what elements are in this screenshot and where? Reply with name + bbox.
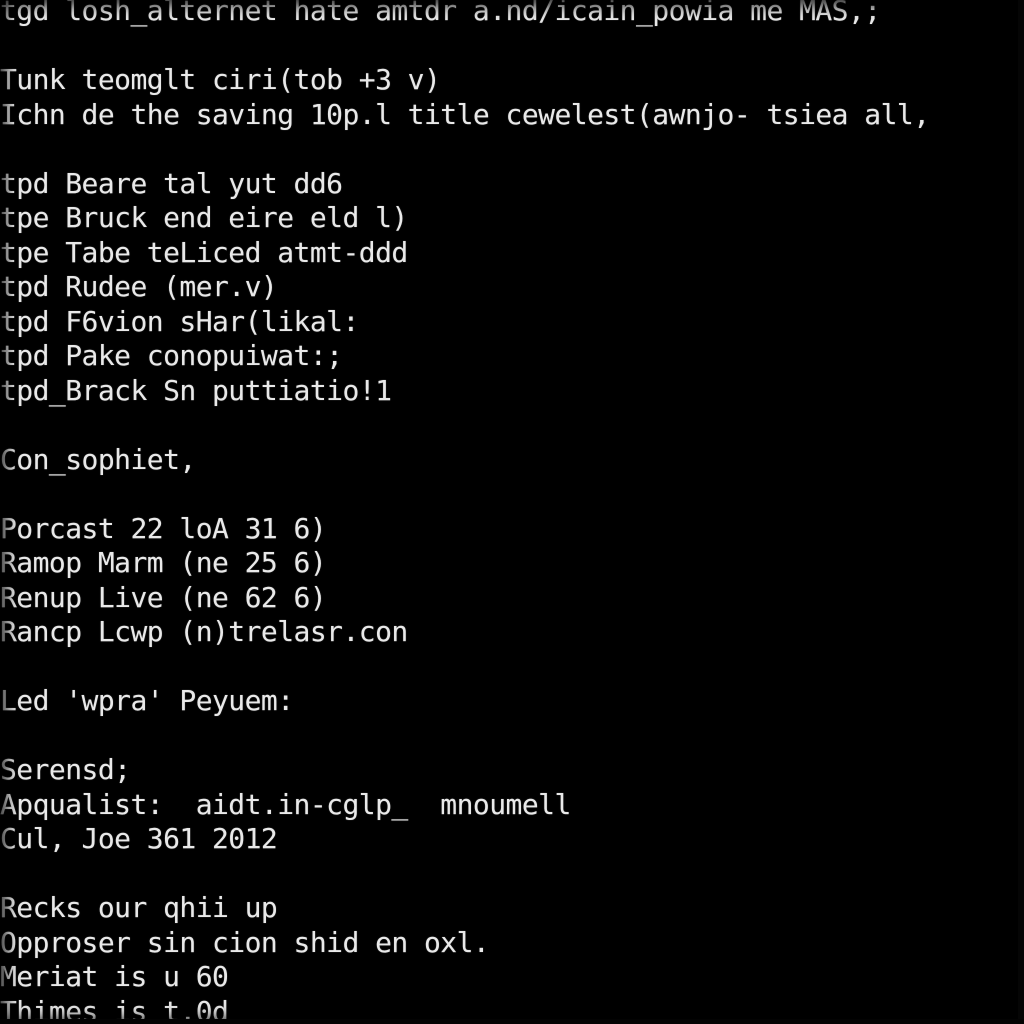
terminal-line: Ramop Marm (ne 25 6)	[0, 546, 327, 579]
terminal-line: Serensd;	[0, 753, 131, 786]
screen-edge-bottom	[0, 1019, 1024, 1024]
terminal-line: Meriat is u 60	[0, 960, 229, 993]
terminal-line: tpd Rudee (mer.v)	[0, 270, 278, 303]
screen-edge-right	[1018, 0, 1024, 1024]
terminal-line: tpd_Brack Sn puttiatio!1	[0, 373, 392, 407]
terminal-line: Cul, Joe 361 2012	[0, 822, 278, 855]
terminal-output-buffer: tgd losh_alternet hate amtdr a.nd/icain_…	[0, 0, 1024, 1024]
terminal-line: Con_sophiet,	[0, 442, 196, 476]
terminal-line: tpd Pake conopuiwat:;	[0, 339, 343, 372]
terminal-line: Opproser sin cion shid en oxl.	[0, 925, 490, 959]
terminal-line: tpd Beare tal yut dd6	[0, 166, 343, 200]
terminal-line: Porcast 22 loA 31 6)	[0, 511, 327, 545]
terminal-line: Tunk teomglt ciri(tob +3 v)	[0, 63, 441, 96]
terminal-line: Rancp Lcwp (n)trelasr.con	[0, 615, 408, 648]
terminal-line: tpe Bruck end eire eld l)	[0, 201, 408, 234]
terminal-line: tpd F6vion sHar(likal:	[0, 304, 359, 338]
terminal-line: Ichn de the saving 10p.l title cewelest(…	[0, 97, 930, 131]
terminal-window[interactable]: tgd losh_alternet hate amtdr a.nd/icain_…	[0, 0, 1024, 1024]
terminal-line: Renup Live (ne 62 6)	[0, 580, 327, 614]
terminal-line: Led 'wpra' Peyuem:	[0, 684, 294, 717]
terminal-line: tpe Tabe teLiced atmt-ddd	[0, 235, 408, 269]
terminal-line: Recks our qhii up	[0, 891, 278, 924]
terminal-line: tgd losh_alternet hate amtdr a.nd/icain_…	[0, 0, 881, 27]
terminal-line: Apqualist: aidt.in-cglp_ mnoumell	[0, 787, 571, 821]
